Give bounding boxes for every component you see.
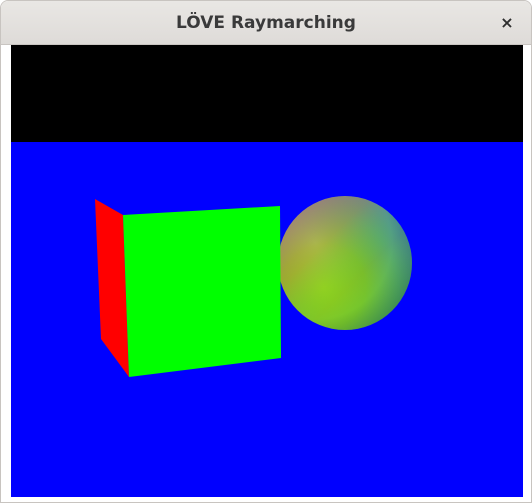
raymarched-scene [11, 45, 523, 497]
window-title: LÖVE Raymarching [176, 13, 356, 33]
render-viewport[interactable] [11, 45, 523, 497]
sphere [278, 196, 412, 330]
app-window: LÖVE Raymarching × [0, 0, 532, 503]
window-bottom-border [1, 497, 531, 502]
title-bar[interactable]: LÖVE Raymarching × [1, 1, 531, 45]
close-button[interactable]: × [493, 9, 521, 37]
cube-front-face [123, 206, 281, 377]
sky-region [11, 45, 523, 142]
close-icon: × [500, 13, 514, 32]
